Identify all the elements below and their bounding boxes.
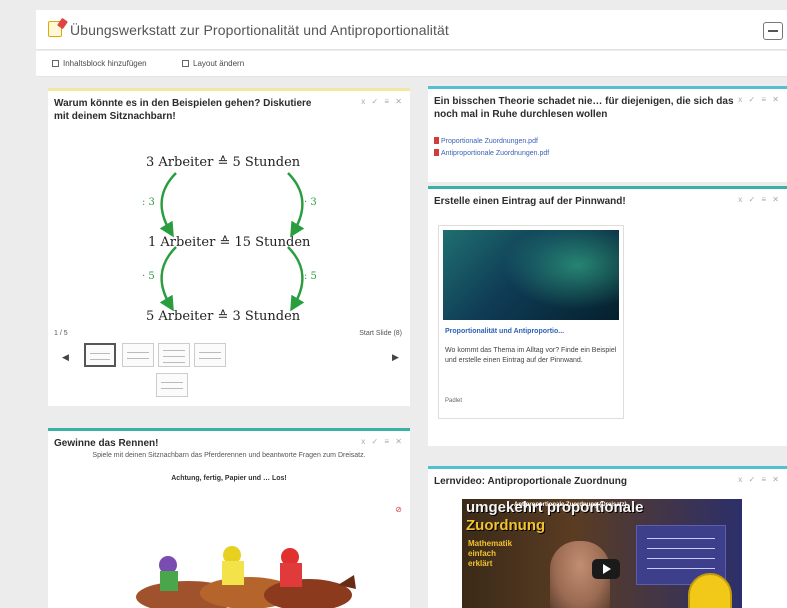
video-overlay-sub1: Mathematik bbox=[468, 539, 513, 548]
card-title: Ein bisschen Theorie schadet nie… für di… bbox=[434, 96, 734, 120]
layout-icon bbox=[182, 60, 189, 67]
next-slide-icon[interactable]: ▶ bbox=[392, 352, 399, 363]
slide-thumbnail[interactable] bbox=[122, 343, 154, 367]
change-layout-button[interactable]: Layout ändern bbox=[182, 59, 244, 68]
arrow-label-right-2: : 5 bbox=[304, 271, 317, 282]
card-actions-icons[interactable]: x ✓ ≡ ✕ bbox=[738, 95, 781, 104]
change-layout-label: Layout ändern bbox=[193, 59, 245, 68]
card-title: Gewinne das Rennen! bbox=[54, 438, 159, 449]
video-caption: Antiproportionale Zuordnung (Dreisatz) bbox=[514, 502, 627, 508]
notebook-icon bbox=[48, 21, 62, 37]
arrow-label-left-2: · 5 bbox=[142, 271, 155, 282]
play-icon[interactable] bbox=[592, 559, 620, 579]
file-link[interactable]: Antiproportionale Zuordnungen.pdf bbox=[434, 149, 549, 157]
info-badge[interactable]: ⊘ bbox=[395, 505, 402, 514]
card-title: Erstelle einen Eintrag auf der Pinnwand! bbox=[434, 196, 626, 207]
padlet-post-title[interactable]: Proportionalität und Antiproportio... bbox=[445, 328, 564, 335]
game-subtitle: Spiele mit deinen Sitznachbarn das Pferd… bbox=[92, 452, 366, 459]
arrow-label-left-1: : 3 bbox=[142, 197, 155, 208]
card-discussion: Warum könnte es in den Beispielen gehen?… bbox=[48, 88, 410, 406]
pdf-icon bbox=[434, 149, 439, 156]
arrow-left-top bbox=[159, 172, 177, 238]
arrow-left-bottom bbox=[159, 246, 177, 311]
arrow-right-top bbox=[287, 172, 305, 238]
card-title: Warum könnte es in den Beispielen gehen?… bbox=[54, 98, 312, 122]
card-actions-icons[interactable]: x ✓ ≡ ✕ bbox=[738, 475, 781, 484]
padlet-embed[interactable]: Proportionalität und Antiproportio... Wo… bbox=[438, 225, 624, 419]
video-overlay-sub2: einfach bbox=[468, 549, 497, 558]
file-link-label: Antiproportionale Zuordnungen.pdf bbox=[441, 150, 550, 157]
padlet-post-footer: Padlet bbox=[445, 398, 463, 404]
slide-thumbnail[interactable] bbox=[194, 343, 226, 367]
add-block-icon bbox=[52, 60, 59, 67]
slide-thumbnail[interactable] bbox=[156, 373, 188, 397]
slideshow-link[interactable]: Start Slide (8) bbox=[359, 330, 402, 337]
card-padlet: Erstelle einen Eintrag auf der Pinnwand!… bbox=[428, 186, 787, 446]
card-actions-icons[interactable]: x ✓ ≡ ✕ bbox=[361, 97, 404, 106]
pdf-icon bbox=[434, 137, 439, 144]
page-header: Übungswerkstatt zur Proportionalität und… bbox=[36, 10, 787, 50]
video-overlay-sub3: erklärt bbox=[468, 559, 493, 568]
prev-slide-icon[interactable]: ◀ bbox=[62, 352, 69, 363]
slide-thumbnail[interactable] bbox=[158, 343, 190, 367]
card-actions-icons[interactable]: x ✓ ≡ ✕ bbox=[361, 437, 404, 446]
add-block-button[interactable]: Inhaltsblock hinzufügen bbox=[52, 59, 147, 68]
file-link-label: Proportionale Zuordnungen.pdf bbox=[441, 138, 538, 145]
card-video: Lernvideo: Antiproportionale Zuordnung x… bbox=[428, 466, 787, 608]
slide-row-1: 3 Arbeiter ≙ 5 Stunden bbox=[146, 155, 301, 170]
padlet-preview-image bbox=[443, 230, 619, 320]
card-theory: Ein bisschen Theorie schadet nie… für di… bbox=[428, 86, 787, 182]
horse-race-illustration bbox=[136, 546, 356, 608]
game-call-to-action: Achtung, fertig, Papier und … Los! bbox=[171, 475, 287, 482]
card-title: Lernvideo: Antiproportionale Zuordnung bbox=[434, 476, 627, 487]
toolbar: Inhaltsblock hinzufügen Layout ändern bbox=[36, 51, 787, 77]
arrow-right-bottom bbox=[287, 246, 305, 311]
slide-thumbnail[interactable] bbox=[84, 343, 116, 367]
card-actions-icons[interactable]: x ✓ ≡ ✕ bbox=[738, 195, 781, 204]
slide-row-3: 5 Arbeiter ≙ 3 Stunden bbox=[146, 309, 301, 324]
collapse-button[interactable] bbox=[763, 22, 783, 40]
add-block-label: Inhaltsblock hinzufügen bbox=[63, 59, 147, 68]
card-game: Gewinne das Rennen! x ✓ ≡ ✕ Spiele mit d… bbox=[48, 428, 410, 608]
arrow-diagram bbox=[159, 172, 305, 311]
video-overlay-title: Zuordnung bbox=[466, 517, 546, 534]
padlet-post-description: Wo kommt das Thema im Alltag vor? Finde … bbox=[445, 347, 617, 364]
slide-counter: 1 / 5 bbox=[54, 330, 68, 337]
arrow-label-right-1: · 3 bbox=[304, 197, 317, 208]
page-title: Übungswerkstatt zur Proportionalität und… bbox=[70, 22, 449, 38]
video-player[interactable]: umgekehrt proportionale Antiproportional… bbox=[462, 499, 742, 608]
file-link[interactable]: Proportionale Zuordnungen.pdf bbox=[434, 137, 538, 145]
